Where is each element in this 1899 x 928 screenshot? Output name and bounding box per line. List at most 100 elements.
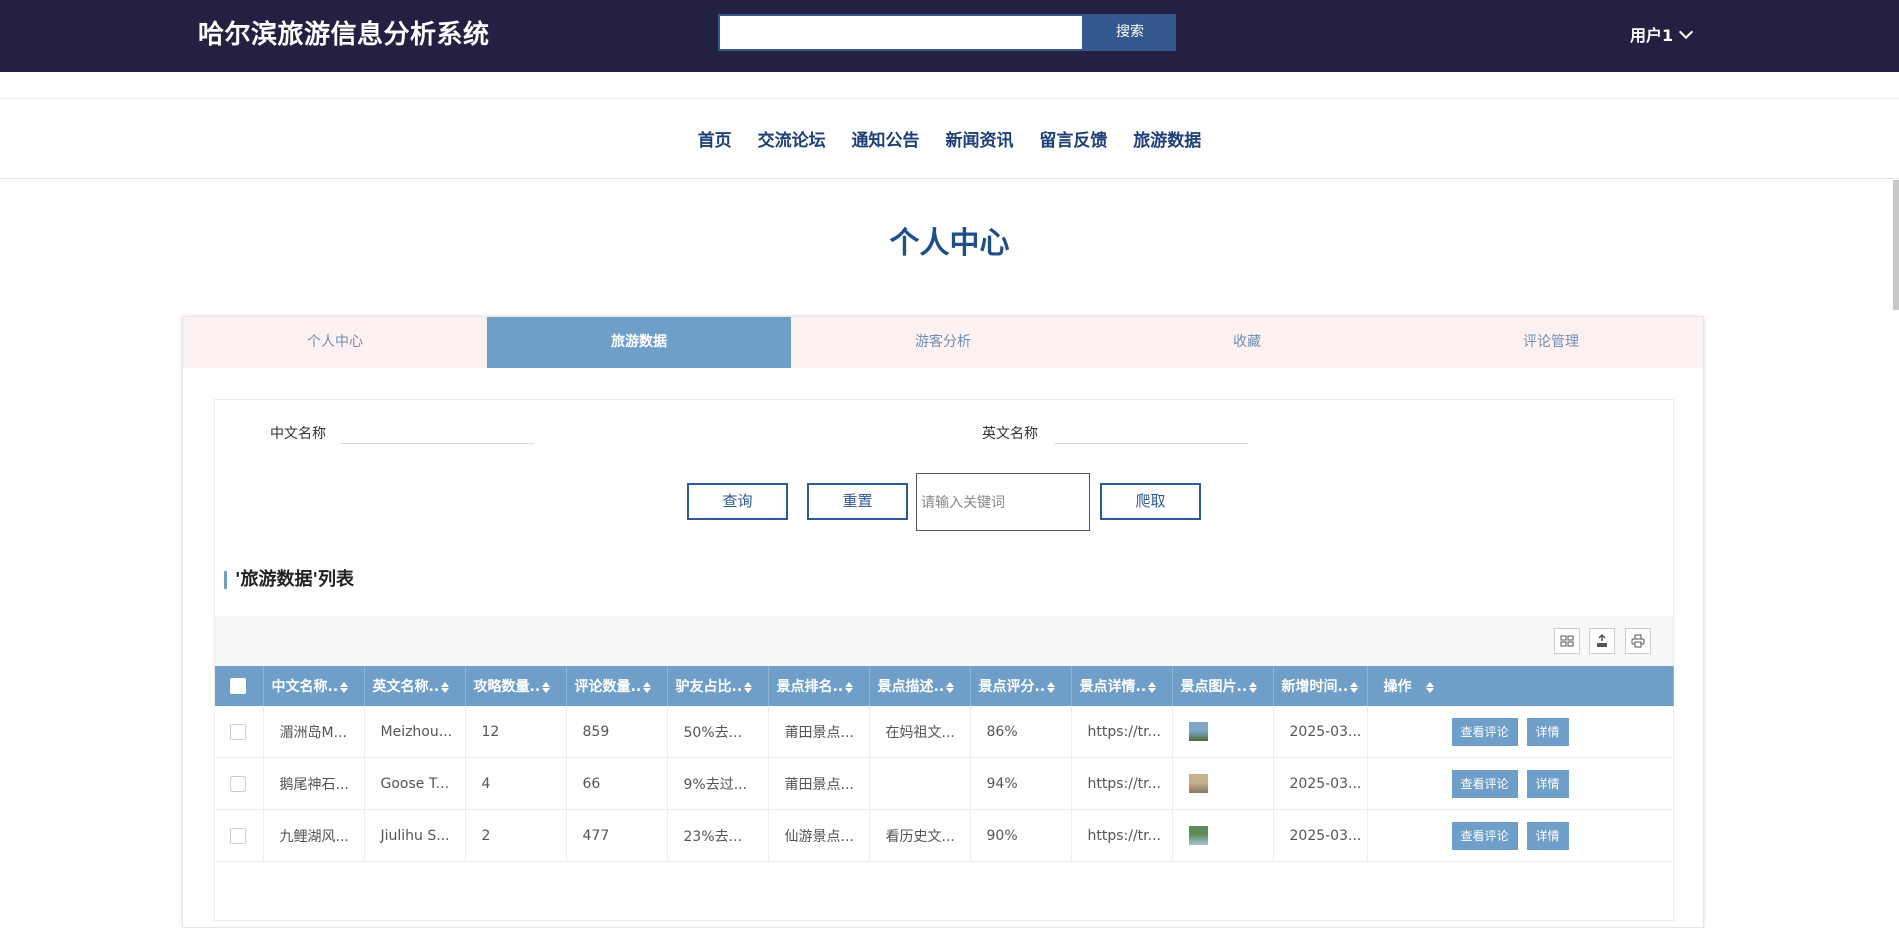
detail-button[interactable]: 详情: [1526, 717, 1569, 746]
search-input[interactable]: [718, 14, 1084, 51]
row-checkbox[interactable]: [215, 809, 264, 862]
divider: [0, 98, 1899, 99]
sort-icon: [542, 681, 551, 693]
select-all-checkbox[interactable]: [215, 666, 264, 706]
cn-name-label: 中文名称: [270, 426, 326, 442]
sort-icon: [845, 681, 854, 693]
column-header-desc[interactable]: 景点描述..: [869, 666, 971, 706]
cell-actions: 查看评论 详情: [1367, 809, 1674, 862]
content-card: 个人中心 旅游数据 游客分析 收藏 评论管理 中文名称 英文名称 查询 重置 爬…: [182, 316, 1704, 928]
cell-score: 86%: [970, 706, 1072, 758]
table-header-row: 中文名称.. 英文名称.. 攻略数量.. 评论数量.. 驴友占比.. 景点排名.…: [215, 666, 1674, 706]
cell-actions: 查看评论 详情: [1367, 706, 1674, 758]
cell-rank: 仙游景点...: [768, 809, 870, 862]
sort-icon: [1249, 681, 1258, 693]
tab-favorites[interactable]: 收藏: [1095, 317, 1399, 368]
table-row: 九鲤湖风... Jiulihu S... 2 477 23%去... 仙游景点.…: [215, 809, 1674, 862]
sort-icon: [340, 681, 349, 693]
site-title: 哈尔滨旅游信息分析系统: [198, 20, 490, 50]
top-header: 哈尔滨旅游信息分析系统 搜索 用户1: [0, 0, 1899, 72]
view-comments-button[interactable]: 查看评论: [1451, 717, 1518, 746]
en-name-label: 英文名称: [982, 426, 1038, 442]
cell-image: [1172, 809, 1274, 862]
en-name-input[interactable]: [1054, 419, 1248, 444]
keyword-input[interactable]: [916, 473, 1090, 531]
export-icon[interactable]: [1589, 628, 1615, 654]
divider: [0, 178, 1899, 179]
travel-data-table: 中文名称.. 英文名称.. 攻略数量.. 评论数量.. 驴友占比.. 景点排名.…: [215, 666, 1674, 862]
cell-detail: https://tr...: [1071, 706, 1173, 758]
tab-visitor-analysis[interactable]: 游客分析: [791, 317, 1095, 368]
cell-cn-name: 九鲤湖风...: [263, 809, 365, 862]
query-button[interactable]: 查询: [687, 483, 788, 520]
search-button[interactable]: 搜索: [1084, 14, 1176, 51]
print-icon[interactable]: [1625, 628, 1651, 654]
sort-icon: [441, 681, 450, 693]
table-row: 鹅尾神石... Goose T... 4 66 9%去过... 莆田景点... …: [215, 757, 1674, 810]
cell-en-name: Jiulihu S...: [364, 809, 466, 862]
sort-icon: [643, 681, 652, 693]
sort-icon: [1148, 681, 1157, 693]
columns-icon[interactable]: [1554, 628, 1580, 654]
cn-name-input[interactable]: [340, 419, 534, 444]
tab-travel-data[interactable]: 旅游数据: [487, 317, 791, 368]
cell-rank: 莆田景点...: [768, 706, 870, 758]
column-header-image[interactable]: 景点图片..: [1172, 666, 1274, 706]
cell-image: [1172, 706, 1274, 758]
column-header-cn-name[interactable]: 中文名称..: [263, 666, 365, 706]
nav-item-travel-data[interactable]: 旅游数据: [1133, 131, 1201, 151]
page-scrollbar[interactable]: [1893, 180, 1899, 310]
thumbnail-image[interactable]: [1188, 774, 1208, 793]
nav-item-notice[interactable]: 通知公告: [852, 131, 920, 151]
detail-button[interactable]: 详情: [1526, 821, 1569, 850]
user-label: 用户1: [1630, 26, 1674, 45]
user-menu[interactable]: 用户1: [1630, 22, 1694, 46]
list-title: '旅游数据'列表: [224, 571, 354, 589]
cell-time: 2025-03...: [1273, 706, 1368, 758]
sort-icon: [946, 681, 955, 693]
row-checkbox[interactable]: [215, 706, 264, 758]
column-header-en-name[interactable]: 英文名称..: [364, 666, 466, 706]
detail-button[interactable]: 详情: [1526, 769, 1569, 798]
nav-item-news[interactable]: 新闻资讯: [945, 131, 1013, 151]
sort-icon: [744, 681, 753, 693]
cell-desc: 在妈祖文...: [869, 706, 971, 758]
cell-desc: 看历史文...: [869, 809, 971, 862]
sort-icon: [1425, 681, 1434, 693]
crawl-button[interactable]: 爬取: [1100, 483, 1201, 520]
sort-icon: [1047, 681, 1056, 693]
cell-cn-name: 湄洲岛M...: [263, 706, 365, 758]
cell-detail: https://tr...: [1071, 757, 1173, 810]
row-checkbox[interactable]: [215, 757, 264, 810]
cell-time: 2025-03...: [1273, 809, 1368, 862]
cell-detail: https://tr...: [1071, 809, 1173, 862]
thumbnail-image[interactable]: [1188, 722, 1208, 741]
tab-comment-management[interactable]: 评论管理: [1399, 317, 1703, 368]
nav-item-home[interactable]: 首页: [698, 131, 732, 151]
column-header-rank[interactable]: 景点排名..: [768, 666, 870, 706]
column-header-actions[interactable]: 操作: [1367, 666, 1674, 706]
column-header-ratio[interactable]: 驴友占比..: [667, 666, 769, 706]
sort-icon: [1350, 681, 1359, 693]
column-header-detail[interactable]: 景点详情..: [1071, 666, 1173, 706]
column-header-score[interactable]: 景点评分..: [970, 666, 1072, 706]
nav-item-feedback[interactable]: 留言反馈: [1039, 131, 1107, 151]
tab-personal-center[interactable]: 个人中心: [183, 317, 487, 368]
table-toolbar: [215, 616, 1673, 666]
nav-item-forum[interactable]: 交流论坛: [758, 131, 826, 151]
cell-guides: 12: [465, 706, 567, 758]
thumbnail-image[interactable]: [1188, 826, 1208, 845]
column-header-comments[interactable]: 评论数量..: [566, 666, 668, 706]
cell-rank: 莆田景点...: [768, 757, 870, 810]
column-header-time[interactable]: 新增时间..: [1273, 666, 1368, 706]
cell-score: 90%: [970, 809, 1072, 862]
view-comments-button[interactable]: 查看评论: [1451, 769, 1518, 798]
reset-button[interactable]: 重置: [807, 483, 908, 520]
view-comments-button[interactable]: 查看评论: [1451, 821, 1518, 850]
column-header-guides[interactable]: 攻略数量..: [465, 666, 567, 706]
cell-guides: 4: [465, 757, 567, 810]
cell-comments: 859: [566, 706, 668, 758]
cell-desc: [869, 757, 971, 810]
cell-ratio: 50%去...: [667, 706, 769, 758]
chevron-down-icon: [1679, 24, 1694, 39]
